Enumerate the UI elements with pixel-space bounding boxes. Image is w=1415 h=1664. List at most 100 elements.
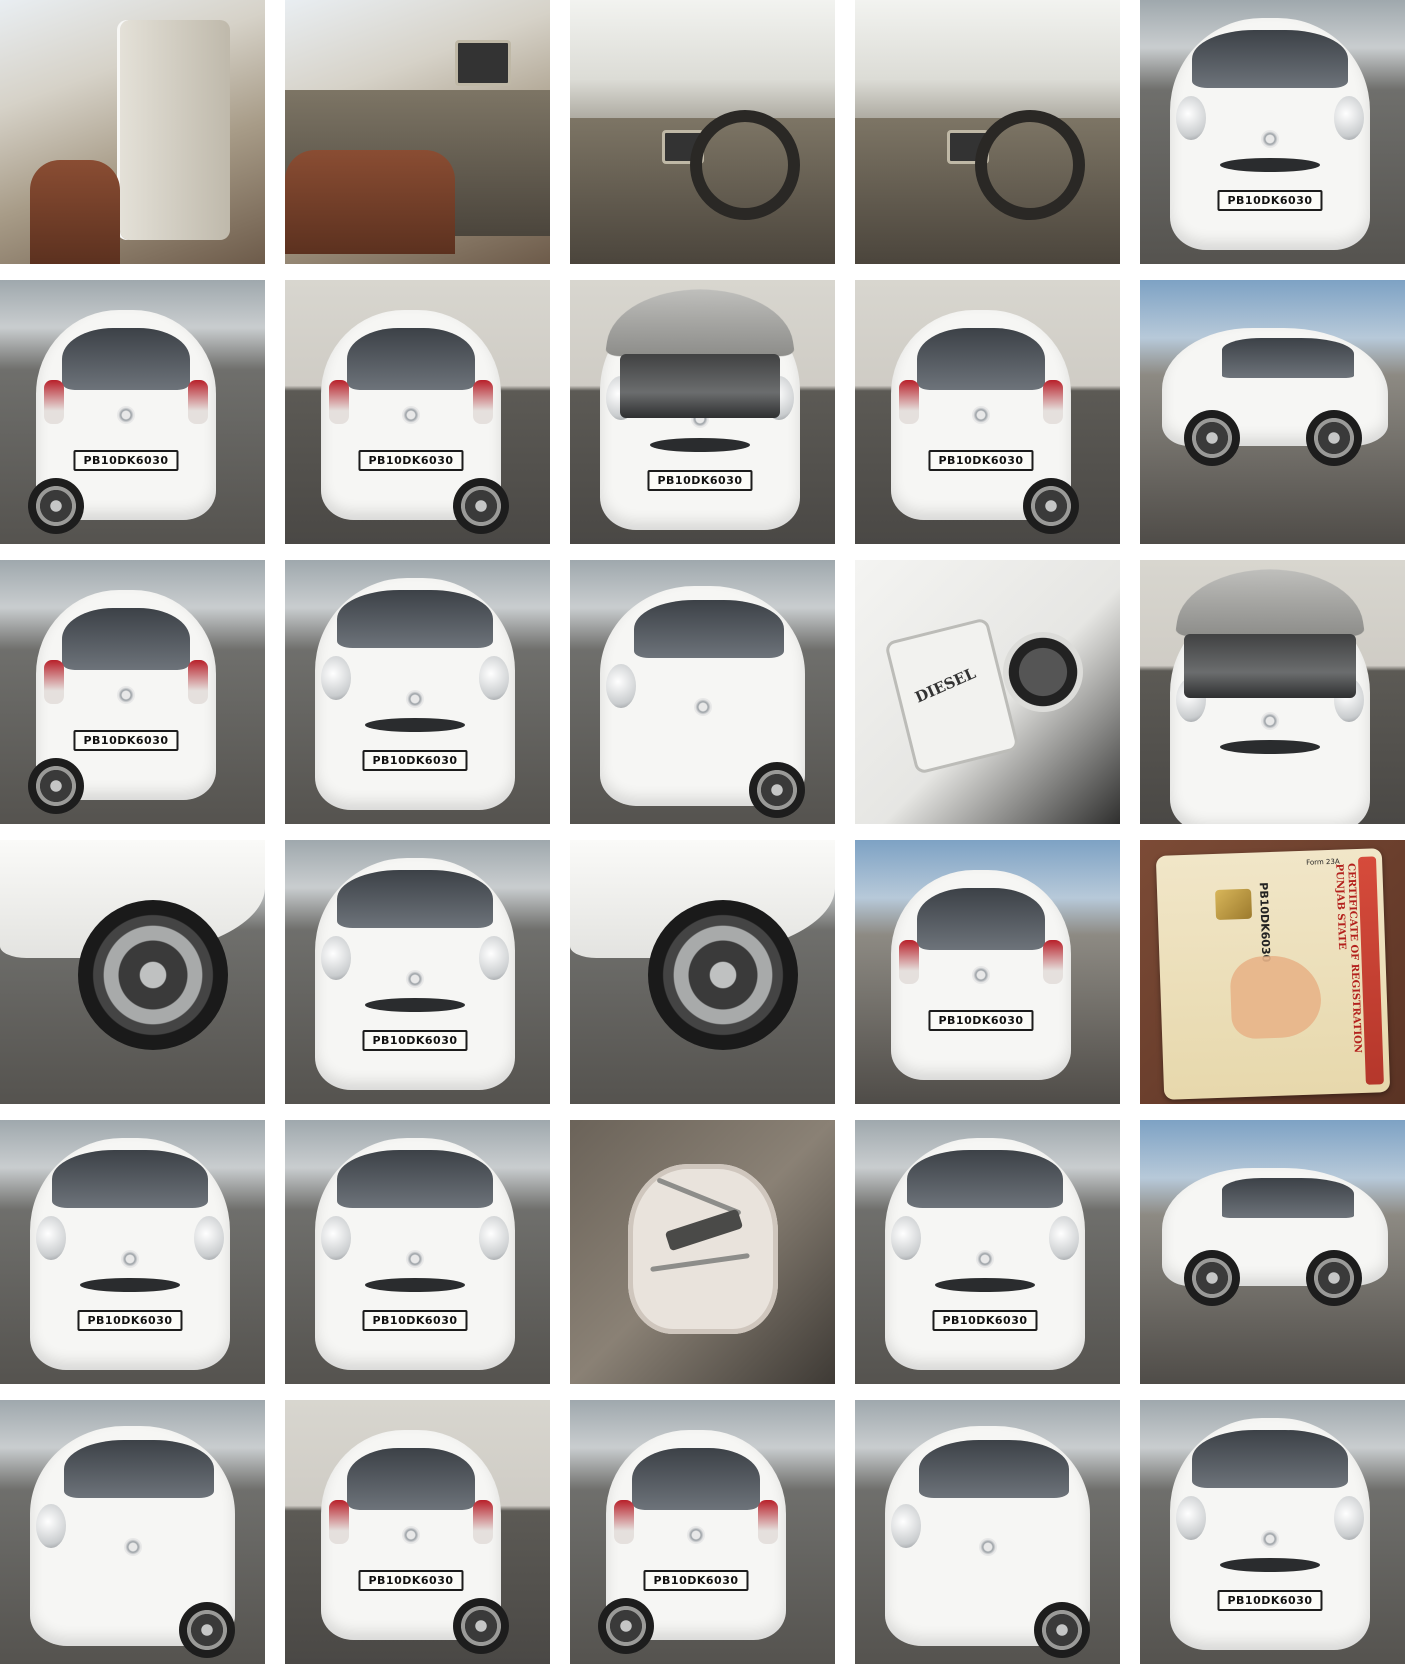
photo-side-view[interactable] xyxy=(1140,280,1405,544)
tail-lamp xyxy=(899,940,919,984)
windshield xyxy=(337,870,493,928)
card-reg-number: PB10DK6030 xyxy=(1257,882,1273,962)
grille xyxy=(650,438,750,452)
number-plate: PB10DK6030 xyxy=(932,1310,1037,1331)
photo-front-view-4[interactable]: PB10DK6030 xyxy=(0,1120,265,1384)
photo-wheel-closeup-2[interactable] xyxy=(570,840,835,1104)
brown-seat xyxy=(285,150,455,254)
photo-rear-quarter-3[interactable]: PB10DK6030 xyxy=(570,1400,835,1664)
car-rear: PB10DK6030 xyxy=(891,870,1071,1080)
photo-rear-view-3[interactable]: PB10DK6030 xyxy=(855,840,1120,1104)
car-front: PB10DK6030 xyxy=(885,1138,1085,1370)
brand-badge xyxy=(406,1250,424,1268)
number-plate: PB10DK6030 xyxy=(358,1570,463,1591)
photo-open-door-interior[interactable] xyxy=(0,0,265,264)
photo-rear-view[interactable]: PB10DK6030 xyxy=(285,280,550,544)
photo-front-view-6[interactable]: PB10DK6030 xyxy=(855,1120,1120,1384)
grille xyxy=(365,1278,465,1292)
photo-engine-bay-front[interactable]: PB10DK6030 xyxy=(570,280,835,544)
photo-dashboard-steering[interactable] xyxy=(570,0,835,264)
rear-window xyxy=(62,608,190,670)
photo-fuel-flap[interactable]: DIESEL xyxy=(855,560,1120,824)
photo-front-quarter-3[interactable] xyxy=(855,1400,1120,1664)
headlamp xyxy=(891,1216,921,1260)
photo-side-view-2[interactable] xyxy=(1140,1120,1405,1384)
wheel xyxy=(749,762,805,818)
headlamp xyxy=(606,664,636,708)
tail-lamp xyxy=(899,380,919,424)
tail-lamp xyxy=(1043,380,1063,424)
brand-badge xyxy=(406,690,424,708)
card-chip-icon xyxy=(1215,889,1252,920)
wheel xyxy=(453,478,509,534)
brand-badge xyxy=(124,1538,142,1556)
brand-badge xyxy=(1261,130,1279,148)
grille xyxy=(365,718,465,732)
photo-front-quarter-2[interactable] xyxy=(0,1400,265,1664)
tool-tray xyxy=(628,1164,778,1334)
windshield xyxy=(907,1150,1063,1208)
tail-lamp xyxy=(1043,940,1063,984)
tail-lamp xyxy=(44,660,64,704)
number-plate: PB10DK6030 xyxy=(1217,190,1322,211)
grille xyxy=(935,1278,1035,1292)
steering-wheel xyxy=(975,110,1085,220)
card-form-label: Form 23A xyxy=(1306,858,1340,867)
tail-lamp xyxy=(188,660,208,704)
wheel xyxy=(1034,1602,1090,1658)
brand-badge xyxy=(406,970,424,988)
photo-front-view[interactable]: PB10DK6030 xyxy=(1140,0,1405,264)
windshield xyxy=(337,1150,493,1208)
photo-rear-quarter[interactable]: PB10DK6030 xyxy=(0,280,265,544)
side-windows xyxy=(1222,1178,1354,1218)
brand-badge xyxy=(687,1526,705,1544)
photo-front-view-7[interactable]: PB10DK6030 xyxy=(1140,1400,1405,1664)
headlamp xyxy=(891,1504,921,1548)
photo-spare-tool-kit[interactable] xyxy=(570,1120,835,1384)
tail-lamp xyxy=(473,1500,493,1544)
tail-lamp xyxy=(44,380,64,424)
photo-cabin-interior[interactable] xyxy=(285,0,550,264)
headlamp xyxy=(194,1216,224,1260)
photo-engine-bay[interactable] xyxy=(1140,560,1405,824)
car-side xyxy=(1162,1168,1388,1286)
car-rear: PB10DK6030 xyxy=(891,310,1071,520)
photo-rear-view-2[interactable]: PB10DK6030 xyxy=(855,280,1120,544)
car-rear: PB10DK6030 xyxy=(36,310,216,520)
car-front: PB10DK6030 xyxy=(1170,18,1370,250)
headlamp xyxy=(1176,1496,1206,1540)
car-rear: PB10DK6030 xyxy=(606,1430,786,1640)
brand-badge xyxy=(402,406,420,424)
headlamp xyxy=(479,1216,509,1260)
photo-front-view-3[interactable]: PB10DK6030 xyxy=(285,840,550,1104)
headlamp xyxy=(479,656,509,700)
photo-front-view-2[interactable]: PB10DK6030 xyxy=(285,560,550,824)
photo-rear-view-4[interactable]: PB10DK6030 xyxy=(285,1400,550,1664)
photo-rear-quarter-2[interactable]: PB10DK6030 xyxy=(0,560,265,824)
photo-front-quarter[interactable] xyxy=(570,560,835,824)
number-plate: PB10DK6030 xyxy=(362,750,467,771)
punjab-map-icon xyxy=(1229,954,1322,1039)
photo-wheel-closeup[interactable] xyxy=(0,840,265,1104)
windshield xyxy=(634,600,784,658)
wheel xyxy=(1023,478,1079,534)
number-plate: PB10DK6030 xyxy=(928,1010,1033,1031)
photo-dashboard-steering-2[interactable] xyxy=(855,0,1120,264)
windshield xyxy=(64,1440,214,1498)
brand-badge xyxy=(117,406,135,424)
brand-badge xyxy=(694,698,712,716)
windshield xyxy=(337,590,493,648)
car-front: PB10DK6030 xyxy=(315,1138,515,1370)
rear-window xyxy=(62,328,190,390)
number-plate: PB10DK6030 xyxy=(928,450,1033,471)
fuel-label: DIESEL xyxy=(912,664,978,707)
photo-front-view-5[interactable]: PB10DK6030 xyxy=(285,1120,550,1384)
photo-registration-card[interactable]: CERTIFICATE OF REGISTRATION PUNJAB STATE… xyxy=(1140,840,1405,1104)
rear-window xyxy=(347,328,475,390)
car-front: PB10DK6030 xyxy=(30,1138,230,1370)
number-plate: PB10DK6030 xyxy=(358,450,463,471)
headlamp xyxy=(36,1504,66,1548)
number-plate: PB10DK6030 xyxy=(362,1310,467,1331)
headlamp xyxy=(1176,96,1206,140)
grille xyxy=(365,998,465,1012)
